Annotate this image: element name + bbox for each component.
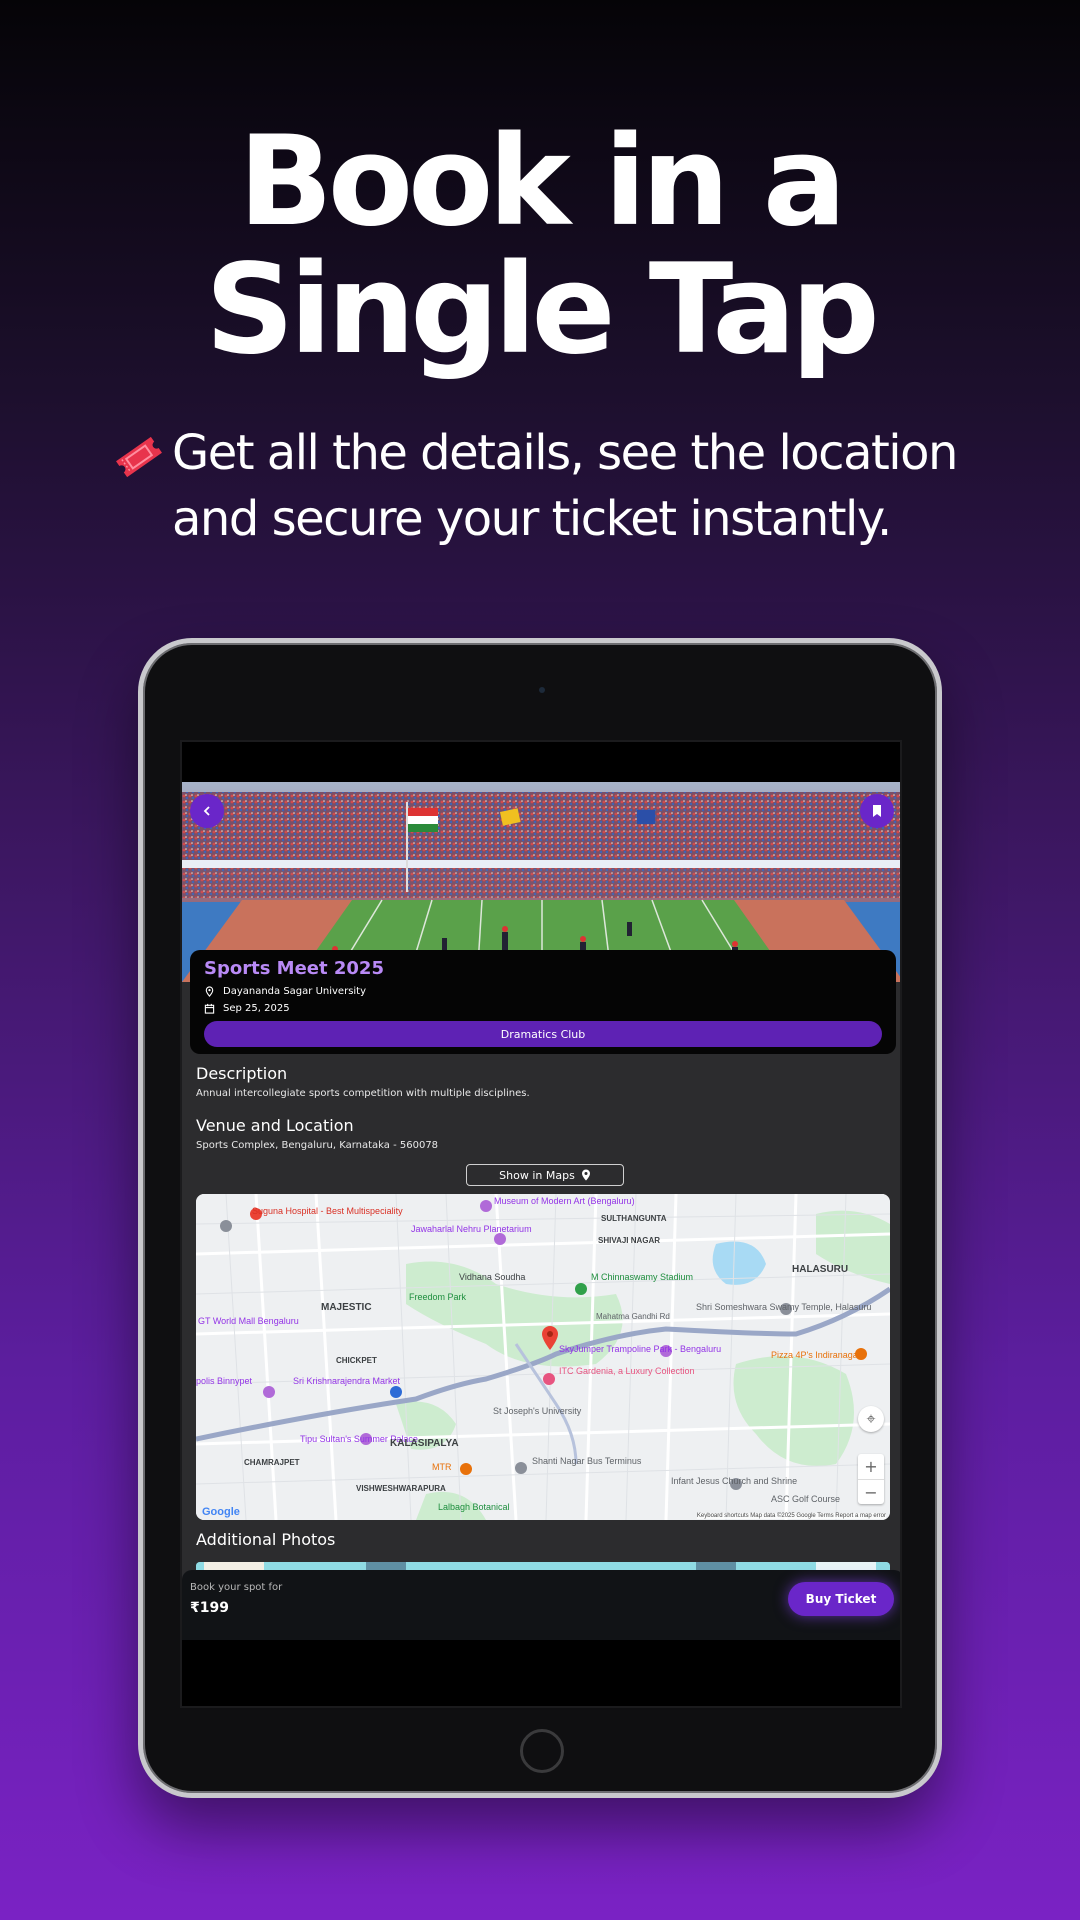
organizer-club-pill[interactable]: Dramatics Club: [204, 1021, 882, 1047]
google-wordmark: Google: [202, 1506, 240, 1518]
map-label-chamrajpet: CHAMRAJPET: [244, 1458, 300, 1467]
description-heading: Description: [196, 1064, 288, 1083]
recenter-button[interactable]: ⌖: [858, 1406, 884, 1432]
map-label-chickpet: CHICKPET: [336, 1356, 377, 1365]
tablet-screen: Sports Meet 2025 Dayananda Sagar Univers…: [180, 740, 902, 1708]
book-label: Book your spot for: [190, 1582, 283, 1593]
map-label-itc: ITC Gardenia, a Luxury Collection: [559, 1366, 695, 1376]
map-attribution[interactable]: Keyboard shortcuts Map data ©2025 Google…: [696, 1513, 886, 1519]
bookmark-icon: [873, 805, 881, 817]
map-label-vidhana: Vidhana Soudha: [459, 1272, 526, 1282]
headline-line-2: Single Tap: [205, 238, 880, 382]
map-pin-icon: [581, 1169, 590, 1181]
map-label-stadium: M Chinnaswamy Stadium: [591, 1272, 694, 1282]
event-details-page[interactable]: Sports Meet 2025 Dayananda Sagar Univers…: [182, 782, 900, 1706]
map-label-shivaji: SHIVAJI NAGAR: [598, 1236, 661, 1245]
event-title: Sports Meet 2025: [204, 958, 384, 979]
tablet-frame: Sports Meet 2025 Dayananda Sagar Univers…: [138, 638, 942, 1798]
map-label-museum: Museum of Modern Art (Bengaluru): [494, 1196, 635, 1206]
map-label-binnypet: polis Binnypet: [196, 1376, 253, 1386]
zoom-controls: + −: [858, 1454, 884, 1504]
map-label-kalasipalya: KALASIPALYA: [390, 1438, 459, 1449]
map-label-stjoseph: St Joseph's University: [493, 1406, 582, 1416]
buy-ticket-button[interactable]: Buy Ticket: [788, 1582, 894, 1616]
google-logo: Google: [202, 1506, 240, 1518]
map-label-majestic: MAJESTIC: [321, 1302, 372, 1313]
map-label-mtr: MTR: [432, 1462, 452, 1472]
map-label-asc: ASC Golf Course: [771, 1494, 841, 1504]
map-label-sulthanagunta: SULTHANGUNTA: [601, 1214, 667, 1223]
bookmark-button[interactable]: [860, 794, 894, 828]
map-label-skyjumper: SkyJumper Trampoline Park - Bengaluru: [559, 1344, 722, 1354]
map-label-shanti: Shanti Nagar Bus Terminus: [532, 1456, 642, 1466]
map-label-mahatma: Mahatma Gandhi Rd: [596, 1312, 670, 1321]
map-label-lalbagh: Lalbagh Botanical: [438, 1502, 510, 1512]
ticket-price: ₹199: [190, 1600, 229, 1616]
screen-bottom-bezel: [182, 1640, 900, 1706]
back-button[interactable]: [190, 794, 224, 828]
map-label-vishweshwarapura: VISHWESHWARAPURA: [356, 1484, 446, 1493]
event-info-card: Sports Meet 2025 Dayananda Sagar Univers…: [190, 950, 896, 1054]
venue-map[interactable]: Suguna Hospital - Best Multispeciality M…: [196, 1194, 890, 1520]
venue-heading: Venue and Location: [196, 1116, 354, 1135]
recenter-icon: ⌖: [866, 1409, 876, 1428]
show-in-maps-button[interactable]: Show in Maps: [466, 1164, 624, 1186]
event-date-row: Sep 25, 2025: [204, 1003, 290, 1014]
map-label-temple: Shri Someshwara Swamy Temple, Halasuru: [696, 1302, 872, 1312]
map-label-hospital: Suguna Hospital - Best Multispeciality: [252, 1206, 403, 1216]
calendar-icon: [204, 1003, 215, 1014]
zoom-in-button[interactable]: +: [858, 1454, 884, 1480]
show-in-maps-label: Show in Maps: [499, 1168, 575, 1182]
map-label-freedom-park: Freedom Park: [409, 1292, 467, 1302]
map-label-krishnarajendra: Sri Krishnarajendra Market: [293, 1376, 401, 1386]
map-label-pizza: Pizza 4P's Indiranagar: [771, 1350, 861, 1360]
ticket-icon: [116, 436, 162, 478]
headline: Book in a Single Tap: [0, 118, 1080, 374]
additional-photos-heading: Additional Photos: [196, 1530, 336, 1549]
booking-bar: Book your spot for ₹199 Buy Ticket: [182, 1570, 900, 1640]
event-date: Sep 25, 2025: [223, 1003, 290, 1014]
event-venue-row: Dayananda Sagar University: [204, 986, 366, 997]
subheadline-line-1: Get all the details, see the location: [172, 425, 958, 481]
map-label-planetarium: Jawaharlal Nehru Planetarium: [411, 1224, 532, 1234]
map-label-infant: Infant Jesus Church and Shrine: [671, 1476, 798, 1486]
location-pin-icon: [205, 986, 214, 997]
front-camera: [539, 687, 545, 693]
subheadline-line-2: and secure your ticket instantly.: [172, 491, 892, 547]
map-label-halasuru: HALASURU: [792, 1264, 849, 1275]
chevron-left-icon: [203, 806, 210, 816]
home-button[interactable]: [520, 1729, 564, 1773]
map-label-gt-mall: GT World Mall Bengaluru: [198, 1316, 299, 1326]
event-venue: Dayananda Sagar University: [223, 986, 367, 997]
description-text: Annual intercollegiate sports competitio…: [196, 1088, 530, 1099]
venue-address: Sports Complex, Bengaluru, Karnataka - 5…: [196, 1140, 439, 1151]
subheadline: Get all the details, see the location an…: [100, 420, 980, 552]
headline-line-1: Book in a: [238, 110, 846, 254]
zoom-out-button[interactable]: −: [858, 1480, 884, 1505]
